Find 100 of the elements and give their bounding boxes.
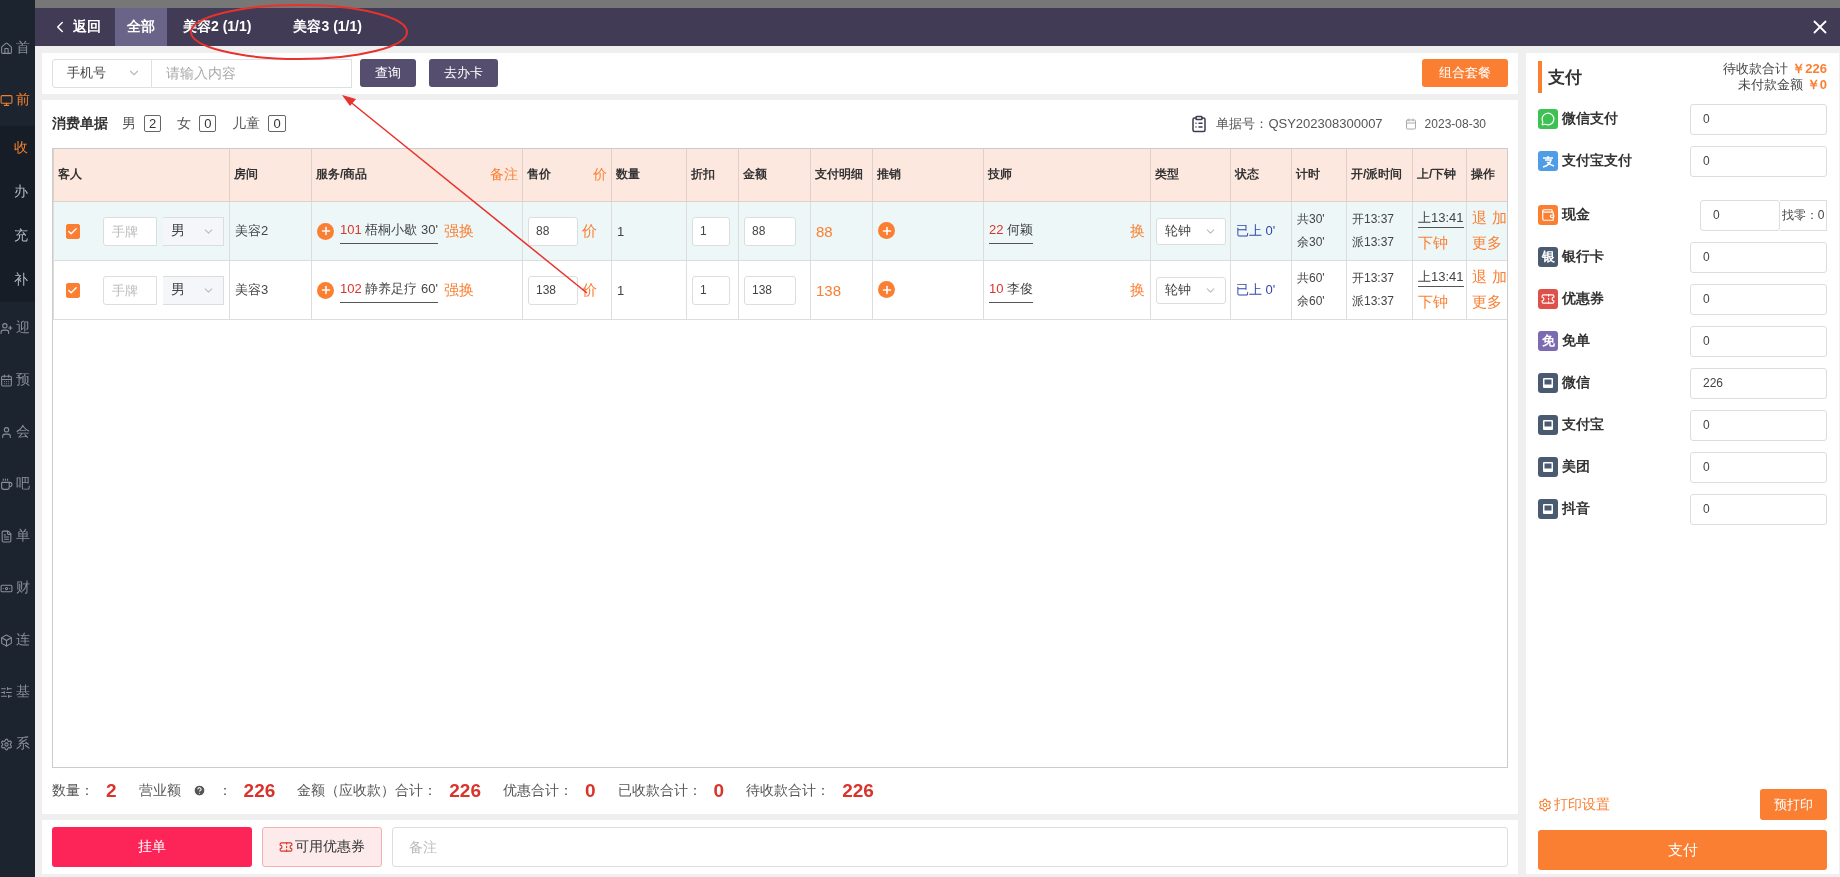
sidebar-item[interactable]: 吧 — [0, 458, 35, 510]
payment-amount-field[interactable]: 0 — [1690, 103, 1827, 135]
ticket-icon — [279, 839, 293, 854]
clock-on-link[interactable]: 上13:41 — [1418, 209, 1464, 229]
add-icon[interactable] — [317, 222, 334, 240]
clipboard-icon — [1190, 114, 1209, 133]
column-header: 计时 — [1296, 167, 1320, 182]
query-button[interactable]: 查询 — [360, 59, 416, 88]
amount-field[interactable]: 138 — [744, 275, 796, 305]
sidebar-item[interactable]: 系 — [0, 718, 35, 770]
search-type-select[interactable]: 手机号 — [52, 58, 152, 88]
total-label: 金额（应收款）合计： — [297, 781, 438, 800]
total-label: 已收款合计： — [617, 781, 702, 800]
price-field[interactable]: 88 — [528, 216, 578, 246]
back-button[interactable]: 返回 — [45, 8, 115, 46]
discount-field[interactable]: 1 — [692, 216, 730, 246]
sidebar-item[interactable]: 基 — [0, 666, 35, 718]
amount-field[interactable]: 88 — [744, 216, 796, 246]
sidebar-subitem[interactable]: 办 — [0, 170, 35, 214]
total-label: 优惠合计： — [503, 781, 573, 800]
sidebar-item[interactable]: 前 — [0, 74, 35, 126]
coupons-button[interactable]: 可用优惠券 — [262, 826, 382, 867]
service-link[interactable]: 101 梧桐小歇 30' — [340, 218, 438, 245]
room-cell: 美容3 — [229, 260, 312, 320]
payment-method-label: 支付宝 — [1562, 416, 1605, 434]
price-field[interactable]: 138 — [528, 275, 578, 305]
payment-amount-field[interactable]: 0 — [1690, 451, 1827, 483]
row-checkbox[interactable] — [66, 282, 80, 298]
payment-amount-field[interactable]: 0 — [1700, 199, 1780, 231]
column-header: 房间 — [234, 167, 258, 182]
technician-link[interactable]: 22 何颖 — [989, 218, 1034, 245]
payment-amount-field[interactable]: 0 — [1690, 145, 1827, 177]
add-icon[interactable] — [878, 222, 895, 240]
payment-amount-field[interactable]: 0 — [1690, 493, 1827, 525]
check-icon — [67, 225, 79, 237]
sidebar-item[interactable]: 单 — [0, 510, 35, 562]
sidebar-item[interactable]: 首 — [0, 22, 35, 74]
type-select[interactable]: 轮钟 — [1156, 276, 1226, 304]
column-header: 状态 — [1235, 167, 1259, 182]
payment-amount-field[interactable]: 0 — [1690, 325, 1827, 357]
total-value: 0 — [713, 779, 725, 802]
bill-title: 消费单据 — [52, 114, 108, 133]
column-header: 推销 — [877, 167, 901, 182]
sidebar-item[interactable]: 预 — [0, 354, 35, 406]
count-label: 女 — [177, 114, 192, 133]
calendar-icon — [1404, 117, 1417, 130]
timing-text: 共30' — [1297, 211, 1325, 229]
payment-method-label: 支付宝支付 — [1562, 152, 1633, 170]
sidebar-item[interactable]: 财 — [0, 562, 35, 614]
table-row[interactable]: 手牌 男 美容2 101 梧桐小歇 30' 强换 88 价 1 1 88 88 22 何颖 换 轮钟 已上 0' 共30' 余30' 开13:37 派13:37 上13:41 下钟 退 加 更多 — [53, 201, 1507, 261]
card-button[interactable]: 去办卡 — [429, 59, 498, 88]
hand-number-field[interactable]: 手牌 — [102, 275, 157, 305]
technician-link[interactable]: 10 李俊 — [989, 277, 1034, 304]
timing-text: 共60' — [1297, 270, 1325, 288]
search-field[interactable]: 请输入内容 — [152, 58, 352, 88]
column-header: 折扣 — [691, 167, 715, 182]
menu-icon — [0, 685, 13, 699]
status-text: 已上 0' — [1236, 282, 1276, 298]
unpaid-total: 未付款金额 ￥0 — [1737, 77, 1827, 93]
payment-amount-field[interactable]: 0 — [1690, 283, 1827, 315]
table-row[interactable]: 手牌 男 美容3 102 静养足疗 60' 强换 138 价 1 1 138 138 10 李俊 换 轮钟 已上 0' 共60' 余60' 开13:37 派13:37 上13:41 下钟 退 加 更多 — [53, 260, 1507, 320]
count-label: 男 — [122, 114, 136, 133]
sidebar-subitem[interactable]: 补 — [0, 258, 35, 302]
pay-detail: 88 — [816, 222, 833, 240]
hold-order-button[interactable]: 挂单 — [52, 826, 252, 867]
change-amount: 找零：0 — [1780, 199, 1827, 231]
sidebar-subitem[interactable]: 充 — [0, 214, 35, 258]
clock-on-link[interactable]: 上13:41 — [1418, 268, 1464, 288]
service-link[interactable]: 102 静养足疗 60' — [340, 277, 438, 304]
room-tab[interactable]: 美容3 (1/1) — [277, 8, 378, 46]
sidebar-item[interactable]: 迎 — [0, 302, 35, 354]
payment-amount-field[interactable]: 226 — [1690, 367, 1827, 399]
add-icon[interactable] — [878, 281, 895, 299]
payment-amount-field[interactable]: 0 — [1690, 241, 1827, 273]
sidebar-item[interactable]: 连 — [0, 614, 35, 666]
payment-method-label: 微信 — [1562, 374, 1591, 392]
help-icon[interactable] — [192, 784, 206, 798]
payment-amount-field[interactable]: 0 — [1690, 409, 1827, 441]
sidebar-item[interactable]: 会 — [0, 406, 35, 458]
add-icon[interactable] — [317, 281, 334, 299]
ticket-icon — [1538, 289, 1558, 309]
type-select[interactable]: 轮钟 — [1156, 217, 1226, 245]
sidebar-subitem[interactable]: 收 — [0, 126, 35, 170]
payment-method-label: 银行卡 — [1562, 248, 1605, 266]
room-tab[interactable]: 全部 — [115, 8, 167, 46]
discount-field[interactable]: 1 — [692, 275, 730, 305]
hand-number-field[interactable]: 手牌 — [102, 216, 157, 246]
bank-badge: 银 — [1538, 247, 1558, 267]
time-text: 开13:37 — [1352, 270, 1395, 288]
count-value: 0 — [268, 115, 286, 133]
menu-icon — [0, 425, 13, 439]
row-checkbox[interactable] — [66, 223, 80, 239]
wallet-icon — [1538, 205, 1558, 225]
menu-icon — [0, 41, 13, 55]
remark-field[interactable]: 备注 — [392, 826, 1508, 867]
gender-select[interactable]: 男 — [162, 216, 224, 246]
column-header: 客人 — [58, 167, 82, 182]
count-value: 0 — [199, 115, 217, 133]
total-label: 营业额 — [138, 781, 181, 800]
gender-select[interactable]: 男 — [162, 275, 224, 305]
